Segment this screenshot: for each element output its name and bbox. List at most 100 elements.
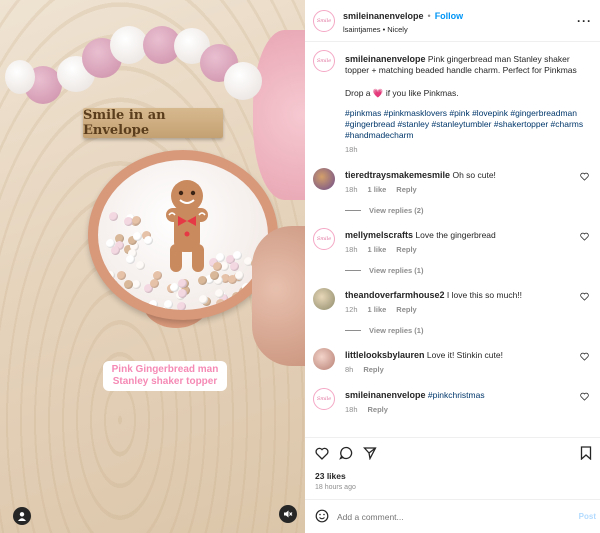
comment-time: 18h	[345, 405, 358, 414]
view-replies-button[interactable]: View replies (1)	[345, 326, 423, 335]
heart-icon[interactable]	[315, 447, 329, 460]
bead	[144, 235, 154, 245]
author-avatar[interactable]: Smile	[313, 50, 335, 72]
media-caption-overlay: Pink Gingerbread man Stanley shaker topp…	[103, 361, 227, 391]
bead	[132, 216, 142, 226]
post-actions: 23 likes 18 hours ago	[305, 437, 600, 499]
bead	[215, 299, 225, 309]
comment-reply[interactable]: Reply	[396, 185, 416, 194]
pom-pom	[5, 60, 35, 94]
gingerbread-man	[166, 180, 208, 272]
bead	[109, 211, 119, 221]
comment-text[interactable]: #pinkchristmas	[428, 390, 485, 400]
pink-bottlebrush-tree	[253, 30, 305, 200]
bead	[177, 289, 187, 299]
comment-text: Oh so cute!	[452, 170, 496, 180]
comment-item: theandoverfarmhouse2 I love this so much…	[313, 288, 593, 344]
post-sidebar: Smile smileinanenvelope • Follow lsaintj…	[305, 0, 600, 533]
view-replies-label: View replies (2)	[369, 206, 424, 215]
view-replies-button[interactable]: View replies (1)	[345, 266, 423, 275]
commenter-avatar[interactable]	[313, 348, 335, 370]
bead	[150, 278, 160, 288]
comment-text: Love it! Stinkin cute!	[426, 350, 503, 360]
comment-reply[interactable]: Reply	[363, 365, 383, 374]
follow-button[interactable]: Follow	[435, 11, 464, 21]
bead	[178, 278, 188, 288]
post-caption: Smile smileinanenvelope Pink gingerbread…	[313, 50, 593, 160]
comment-icon[interactable]	[339, 446, 353, 460]
comment-input[interactable]	[337, 509, 557, 525]
shaker-window	[98, 160, 268, 310]
comment-username[interactable]: mellymelscrafts	[345, 230, 413, 240]
caption-username[interactable]: smileinanenvelope	[345, 54, 426, 64]
commenter-avatar[interactable]	[313, 168, 335, 190]
emoji-icon[interactable]	[315, 509, 329, 523]
bead	[232, 251, 242, 261]
more-options-icon[interactable]: ···	[577, 14, 592, 28]
comment-time: 12h	[345, 305, 358, 314]
comment-heart-icon[interactable]	[580, 232, 589, 241]
bead	[124, 279, 134, 289]
divider-line	[345, 210, 361, 211]
comment-username[interactable]: theandoverfarmhouse2	[345, 290, 445, 300]
comment-likes[interactable]: 1 like	[368, 305, 387, 314]
author-username[interactable]: smileinanenvelope	[343, 11, 424, 21]
view-replies-button[interactable]: View replies (2)	[345, 206, 423, 215]
comment-meta: 18h 1 like Reply	[345, 185, 417, 194]
hand	[252, 226, 305, 366]
commenter-avatar[interactable]: Smile	[313, 228, 335, 250]
bead	[132, 279, 142, 289]
comment-reply[interactable]: Reply	[396, 245, 416, 254]
view-replies-label: View replies (1)	[369, 266, 424, 275]
comment-reply[interactable]: Reply	[396, 305, 416, 314]
speaker-muted-icon[interactable]	[279, 505, 297, 523]
comment-item: Smile mellymelscrafts Love the gingerbrea…	[313, 228, 593, 284]
view-replies-label: View replies (1)	[369, 326, 424, 335]
comment-heart-icon[interactable]	[580, 392, 589, 401]
wooden-plaque: Smile in an Envelope	[83, 108, 223, 138]
comment-likes[interactable]: 1 like	[368, 245, 387, 254]
post-comment-button[interactable]: Post	[579, 512, 596, 521]
author-avatar[interactable]: Smile	[313, 10, 335, 32]
comment-time: 18h	[345, 245, 358, 254]
post-media[interactable]: Smile in an Envelope Pink Gingerbread ma…	[0, 0, 305, 533]
caption-drop: Drop a 💗 if you like Pinkmas.	[345, 88, 459, 98]
comment-meta: 18h 1 like Reply	[345, 245, 417, 254]
bookmark-icon[interactable]	[580, 446, 592, 460]
comment-heart-icon[interactable]	[580, 172, 589, 181]
posted-time: 18 hours ago	[315, 484, 356, 491]
comment-heart-icon[interactable]	[580, 292, 589, 301]
bead	[177, 301, 187, 310]
comment-time: 18h	[345, 185, 358, 194]
likes-count[interactable]: 23 likes	[315, 471, 346, 481]
comment-text: I love this so much!!	[446, 290, 523, 300]
bead	[135, 261, 145, 271]
add-comment-bar: Post	[305, 499, 600, 533]
bead	[106, 270, 116, 280]
bead	[132, 232, 142, 242]
comment-reply[interactable]: Reply	[368, 405, 388, 414]
bead	[125, 254, 135, 264]
divider-line	[345, 270, 361, 271]
comment-likes[interactable]: 1 like	[368, 185, 387, 194]
caption-time: 18h	[345, 145, 358, 154]
comment-item: tieredtraysmakemesmile Oh so cute! 18h 1 l…	[313, 168, 593, 224]
caption-hashtags[interactable]: #pinkmas #pinkmasklovers #pink #lovepink…	[345, 108, 591, 141]
divider-line	[345, 330, 361, 331]
comment-username[interactable]: smileinanenvelope	[345, 390, 426, 400]
comment-heart-icon[interactable]	[580, 352, 589, 361]
bead	[110, 245, 120, 255]
bead	[214, 288, 224, 298]
comment-item: Smile smileinanenvelope #pinkchristmas 18h…	[313, 388, 593, 444]
audio-label[interactable]: lsaintjames • Nicely	[343, 25, 408, 34]
commenter-avatar[interactable]	[313, 288, 335, 310]
comment-meta: 8h Reply	[345, 365, 384, 374]
comment-username[interactable]: littlelooksbylauren	[345, 350, 425, 360]
person-icon[interactable]	[13, 507, 31, 525]
share-icon[interactable]	[363, 446, 377, 460]
comment-time: 8h	[345, 365, 354, 374]
commenter-avatar[interactable]: Smile	[313, 388, 335, 410]
bead	[242, 282, 252, 292]
bead	[230, 261, 240, 271]
comment-username[interactable]: tieredtraysmakemesmile	[345, 170, 450, 180]
